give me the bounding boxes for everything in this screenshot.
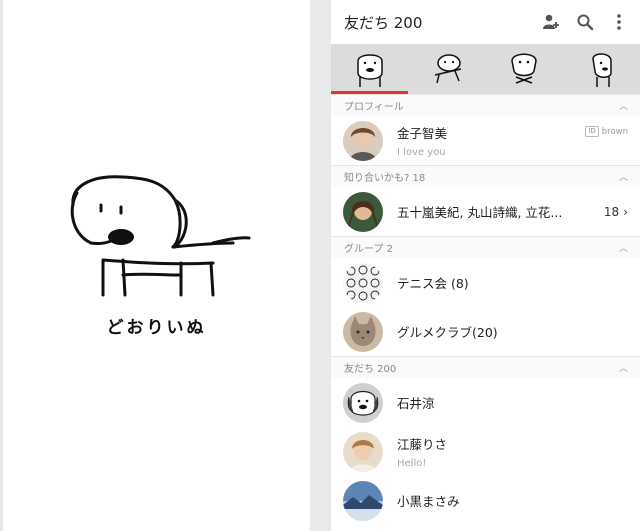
row-text: 江藤りさ Hello! [397,434,640,469]
dog-run-icon [434,54,461,84]
section-title: グループ 2 [344,244,393,255]
section-header-friends[interactable]: 友だち 200 ︿ [331,356,640,378]
add-friend-icon[interactable] [534,5,568,39]
suggest-count-value: 18 [603,204,620,219]
avatar [343,120,383,161]
group-name: グルメクラブ(20) [397,325,498,340]
friend-name: 小黒まさみ [397,494,460,509]
section-title: 知り合いかも? 18 [344,173,426,184]
row-text: 五十嵐美紀, 丸山詩織, 立花... [397,202,604,221]
id-badge: ID [585,126,599,137]
sticker-tab-3[interactable] [485,44,562,94]
avatar [343,262,383,303]
friends-screen: 友だち 200 プロフィール ︿ 金子智美 I love you ID brow… [331,0,640,531]
section-title: 友だち 200 [344,364,397,375]
profile-status: I love you [397,147,446,158]
id-value: brown [601,126,628,137]
page-title: 友だち 200 [344,13,423,32]
profile-id: ID brown [585,126,628,137]
suggest-names: 五十嵐美紀, 丸山詩織, 立花... [397,205,563,220]
friend-row[interactable]: 石井涼 [331,378,640,427]
avatar [343,480,383,521]
app-bar: 友だち 200 [331,0,640,44]
collapse-caret-icon: ︿ [618,364,628,374]
section-header-profile[interactable]: プロフィール ︿ [331,94,640,116]
collapse-caret-icon: ︿ [618,173,628,183]
avatar [343,431,383,472]
profile-row[interactable]: 金子智美 I love you ID brown [331,116,640,165]
suggest-count: 18 › [604,205,628,219]
splash-panel: どおりいぬ [3,0,310,531]
friend-name: 石井涼 [397,396,435,411]
app-bar-actions [534,5,636,39]
sticker-tab-2[interactable] [408,44,485,94]
friend-row[interactable]: 小黒まさみ [331,476,640,525]
active-tab-indicator [331,91,408,94]
sticker-tab-1[interactable] [331,44,408,94]
group-row[interactable]: グルメクラブ(20) [331,307,640,356]
suggest-row[interactable]: 五十嵐美紀, 丸山詩織, 立花... 18 › [331,187,640,236]
avatar [343,311,383,352]
friend-row[interactable]: 江藤りさ Hello! [331,427,640,476]
collapse-caret-icon: ︿ [618,244,628,254]
section-title: プロフィール [344,102,404,113]
collapse-caret-icon: ︿ [618,102,628,112]
screenshot-stage: どおりいぬ 友だち 200 プロフィール ︿ 金子智美 I love you I… [0,0,640,531]
row-text: 石井涼 [397,393,640,412]
avatar [343,382,383,423]
group-name: テニス会 (8) [397,276,469,291]
dog-pout-icon [356,54,383,87]
section-header-groups[interactable]: グループ 2 ︿ [331,236,640,258]
row-text: グルメクラブ(20) [397,322,640,341]
friend-name: 江藤りさ [397,437,448,452]
section-header-suggest[interactable]: 知り合いかも? 18 ︿ [331,165,640,187]
chevron-right-icon: › [623,204,628,219]
dog-side-icon [591,53,612,87]
avatar [343,191,383,232]
search-icon[interactable] [568,5,602,39]
group-row[interactable]: テニス会 (8) [331,258,640,307]
brand-text: どおりいぬ [106,318,207,338]
sticker-tab-bar [331,44,640,94]
friend-status: Hello! [397,458,427,469]
more-vert-icon[interactable] [602,5,636,39]
sticker-tab-4[interactable] [562,44,639,94]
dog-crossed-arms-icon [510,53,537,84]
row-text: テニス会 (8) [397,273,640,292]
row-text: 小黒まさみ [397,491,640,510]
